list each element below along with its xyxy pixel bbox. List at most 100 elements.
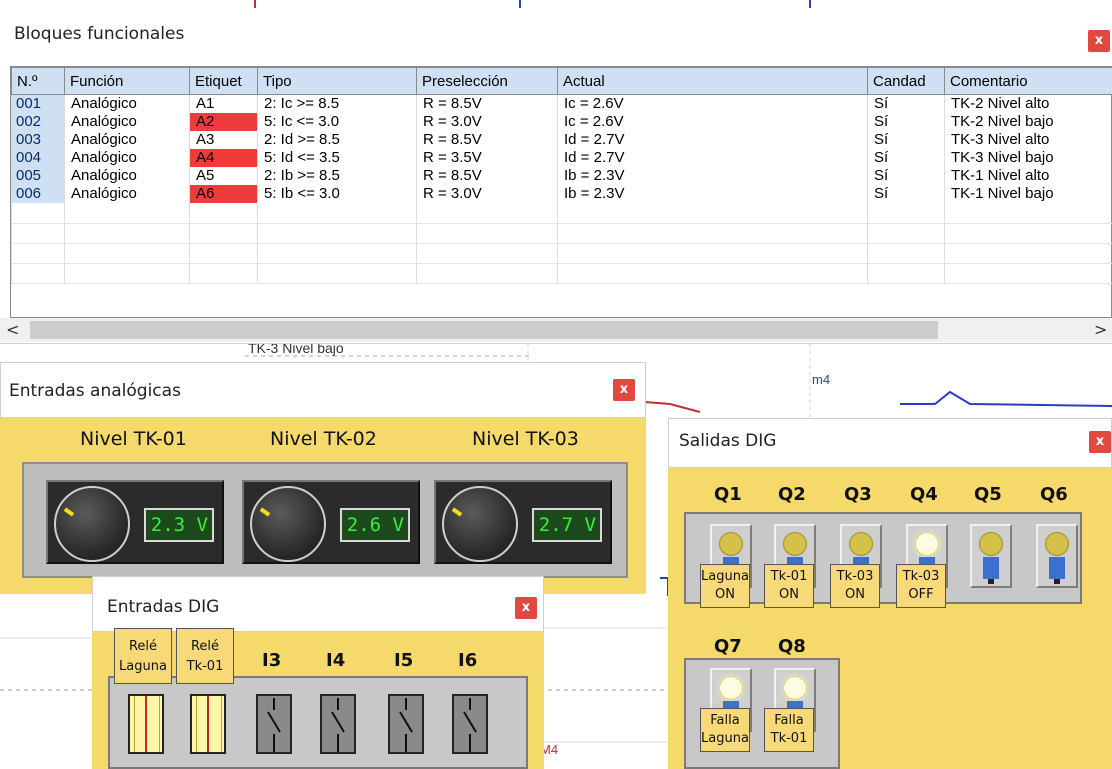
table-row[interactable]: 004 Analógico A4 5: Id <= 3.5 R = 3.5V Id = 2… xyxy=(11,149,1112,167)
column-header-actual[interactable]: Actual xyxy=(557,67,868,95)
analog-meter-2: 2.6 V xyxy=(242,480,420,564)
input-tag-1: Relé Laguna xyxy=(114,628,172,684)
output-tag-q8: Falla Tk-01 xyxy=(764,708,814,752)
analog-channel-1-label: Nivel TK-01 xyxy=(80,428,187,450)
switch-contact-icon xyxy=(267,698,281,752)
output-label-q6: Q6 xyxy=(1040,484,1068,505)
output-tag-line: Falla xyxy=(710,713,740,728)
input-switch-5[interactable] xyxy=(388,694,424,754)
table-cell-comentario: TK-1 Nivel bajo xyxy=(944,185,1112,203)
table-cell-num: 004 xyxy=(11,149,65,167)
salidas-dig-close-button[interactable]: x xyxy=(1089,431,1111,453)
bloques-table: N.º Función Etiquet Tipo Preselección Ac… xyxy=(10,66,1112,318)
table-cell-num: 002 xyxy=(11,113,65,131)
table-cell-funcion: Analógico xyxy=(64,131,190,149)
input-tag-line: Relé xyxy=(190,639,220,654)
input-label-i5: I5 xyxy=(394,650,414,671)
column-header-tipo[interactable]: Tipo xyxy=(257,67,417,95)
table-cell-tipo: 2: Ib >= 8.5 xyxy=(257,167,417,185)
table-row[interactable]: 006 Analógico A6 5: Ib <= 3.0 R = 3.0V Ib = 2… xyxy=(11,185,1112,203)
output-tag-line: ON xyxy=(845,587,865,602)
analog-meters-frame: 2.3 V 2.6 V 2.7 V xyxy=(22,462,628,578)
output-tag-line: Laguna xyxy=(701,569,749,584)
table-cell-funcion: Analógico xyxy=(64,185,190,203)
table-cell-actual: Ib = 2.3V xyxy=(557,167,868,185)
horizontal-scrollbar[interactable]: < > xyxy=(0,318,1112,342)
light-bulb-icon xyxy=(783,532,807,556)
output-tag-q2: Tk-01 ON xyxy=(764,564,814,608)
knob-icon[interactable] xyxy=(250,486,326,562)
table-cell-actual: Ic = 2.6V xyxy=(557,113,868,131)
output-lamp-q5[interactable] xyxy=(970,524,1012,588)
entradas-analogicas-title: Entradas analógicas xyxy=(9,381,181,401)
analog-channel-3-label: Nivel TK-03 xyxy=(472,428,579,450)
entradas-analogicas-header: Entradas analógicas x xyxy=(0,362,646,418)
analog-meter-3: 2.7 V xyxy=(434,480,612,564)
table-cell-etiqueta: A5 xyxy=(189,167,258,185)
scrollbar-thumb[interactable] xyxy=(30,321,938,339)
table-cell-num: 005 xyxy=(11,167,65,185)
light-bulb-icon xyxy=(849,532,873,556)
table-cell-tipo: 2: Ic >= 8.5 xyxy=(257,94,417,113)
table-cell-pre: R = 3.0V xyxy=(416,185,558,203)
column-header-preseleccion[interactable]: Preselección xyxy=(416,67,558,95)
table-cell-funcion: Analógico xyxy=(64,113,190,131)
table-cell-comentario: TK-1 Nivel alto xyxy=(944,167,1112,185)
salidas-dig-title: Salidas DIG xyxy=(679,431,777,451)
salidas-dig-header: Salidas DIG x xyxy=(668,418,1112,468)
table-cell-tipo: 5: Ib <= 3.0 xyxy=(257,185,417,203)
switch-contact-icon xyxy=(463,698,477,752)
bloques-close-button[interactable]: x xyxy=(1088,30,1110,52)
table-cell-num: 003 xyxy=(11,131,65,149)
analog-value-display-1: 2.3 V xyxy=(144,508,214,542)
output-tag-line: Tk-03 xyxy=(902,569,940,584)
table-cell-funcion: Analógico xyxy=(64,149,190,167)
column-header-etiqueta[interactable]: Etiquet xyxy=(189,67,258,95)
column-header-funcion[interactable]: Función xyxy=(64,67,190,95)
output-label-q7: Q7 xyxy=(714,636,742,657)
input-tag-2: Relé Tk-01 xyxy=(176,628,234,684)
table-cell-funcion: Analógico xyxy=(64,167,190,185)
table-cell-candado: Sí xyxy=(867,94,945,113)
background-marker-m4: m4 xyxy=(812,372,831,387)
switch-contact-icon xyxy=(331,698,345,752)
table-cell-pre: R = 3.0V xyxy=(416,113,558,131)
entradas-dig-close-button[interactable]: x xyxy=(515,597,537,619)
input-switch-3[interactable] xyxy=(256,694,292,754)
knob-icon[interactable] xyxy=(54,486,130,562)
empty-row xyxy=(11,203,1112,224)
knob-icon[interactable] xyxy=(442,486,518,562)
table-row[interactable]: 005 Analógico A5 2: Ib >= 8.5 R = 8.5V Ib = 2… xyxy=(11,167,1112,185)
column-header-candado[interactable]: Candad xyxy=(867,67,945,95)
table-header-row: N.º Función Etiquet Tipo Preselección Ac… xyxy=(11,67,1112,95)
output-label-q4: Q4 xyxy=(910,484,938,505)
table-cell-num: 001 xyxy=(11,94,65,113)
scroll-left-icon[interactable]: < xyxy=(6,320,19,339)
output-lamp-q6[interactable] xyxy=(1036,524,1078,588)
light-bulb-icon xyxy=(719,676,743,700)
analog-value-display-3: 2.7 V xyxy=(532,508,602,542)
input-switch-6[interactable] xyxy=(452,694,488,754)
input-switch-1[interactable] xyxy=(128,694,164,754)
input-switch-2[interactable] xyxy=(190,694,226,754)
table-cell-num: 006 xyxy=(11,185,65,203)
input-tag-line: Tk-01 xyxy=(186,659,224,674)
output-tag-line: Tk-01 xyxy=(770,731,808,746)
output-label-q3: Q3 xyxy=(844,484,872,505)
output-tag-q1: Laguna ON xyxy=(700,564,750,608)
input-switch-4[interactable] xyxy=(320,694,356,754)
column-header-num[interactable]: N.º xyxy=(11,67,65,95)
table-row[interactable]: 002 Analógico A2 5: Ic <= 3.0 R = 3.0V Ic = 2… xyxy=(11,113,1112,131)
table-row[interactable]: 001 Analógico A1 2: Ic >= 8.5 R = 8.5V Ic = 2… xyxy=(11,94,1112,113)
table-cell-candado: Sí xyxy=(867,167,945,185)
table-cell-pre: R = 8.5V xyxy=(416,94,558,113)
output-tag-line: OFF xyxy=(908,587,934,602)
column-header-comentario[interactable]: Comentario xyxy=(944,67,1112,95)
entradas-dig-title: Entradas DIG xyxy=(107,597,220,617)
input-label-i3: I3 xyxy=(262,650,282,671)
entradas-analogicas-close-button[interactable]: x xyxy=(613,379,635,401)
scroll-right-icon[interactable]: > xyxy=(1094,320,1107,339)
table-cell-tipo: 2: Id >= 8.5 xyxy=(257,131,417,149)
entradas-dig-header: Entradas DIG x xyxy=(92,576,544,632)
table-row[interactable]: 003 Analógico A3 2: Id >= 8.5 R = 8.5V Id = 2… xyxy=(11,131,1112,149)
